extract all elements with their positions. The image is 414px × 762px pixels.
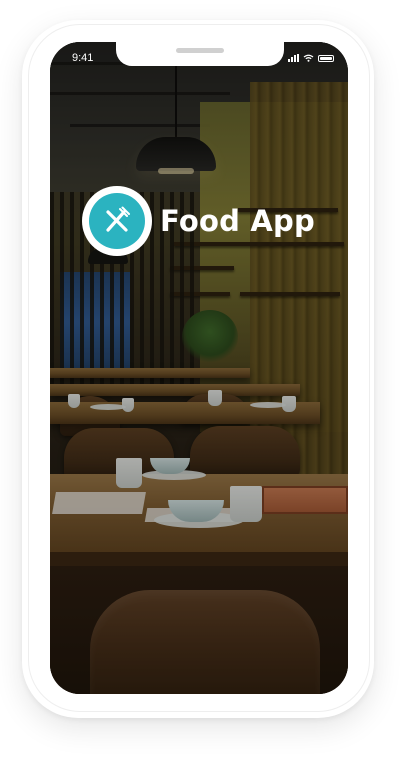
cellular-signal-icon (288, 54, 299, 62)
splash-screen: 9:41 (50, 42, 348, 694)
restaurant-background-image (50, 42, 348, 694)
mockup-stage: 9:41 Food App (0, 0, 414, 762)
wifi-icon (303, 54, 314, 62)
logo-badge (82, 186, 152, 256)
fork-knife-icon (106, 206, 130, 232)
battery-icon (318, 54, 334, 62)
phone-notch (116, 42, 284, 66)
logo-badge-inner (89, 193, 145, 249)
status-icons (288, 54, 334, 62)
background-overlay (50, 42, 348, 694)
app-title: Food App (160, 204, 315, 238)
phone-speaker (176, 48, 224, 53)
status-time: 9:41 (72, 52, 94, 64)
brand-logo: Food App (82, 186, 315, 256)
